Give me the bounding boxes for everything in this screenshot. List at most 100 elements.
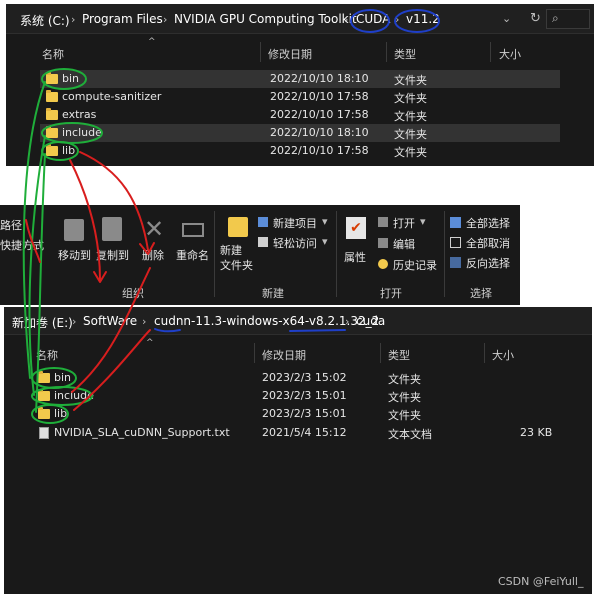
crumb-system-drive[interactable]: 系统 (C:) (20, 12, 70, 29)
delete-label: 删除 (142, 249, 164, 262)
column-date[interactable]: 修改日期 (268, 46, 312, 62)
copy-to-button[interactable]: 复制到 (94, 213, 130, 273)
history-button[interactable]: 历史记录 (378, 257, 440, 273)
top-address-bar[interactable]: 系统 (C:) › Program Files › NVIDIA GPU Com… (6, 4, 594, 34)
search-icon: ⌕ (552, 11, 559, 25)
column-divider (386, 42, 387, 62)
row-type: 文件夹 (394, 128, 427, 141)
easy-access-icon (258, 237, 268, 247)
crumb-cuda[interactable]: CUDA (356, 12, 390, 26)
new-item-icon (258, 217, 268, 227)
table-row[interactable]: bin 2022/10/10 18:10 文件夹 (40, 70, 560, 88)
new-item-label: 新建项目 (273, 217, 317, 230)
table-row[interactable]: NVIDIA_SLA_cuDNN_Support.txt 2021/5/4 15… (34, 424, 564, 442)
column-name[interactable]: 名称 (36, 347, 58, 363)
delete-button[interactable]: ✕ 删除 (140, 213, 170, 273)
open-label: 打开 (393, 217, 415, 230)
move-to-button[interactable]: 移动到 (56, 213, 92, 273)
row-type: 文件夹 (388, 409, 421, 422)
table-row[interactable]: lib 2023/2/3 15:01 文件夹 (34, 405, 564, 423)
table-row[interactable]: bin 2023/2/3 15:02 文件夹 (34, 369, 564, 387)
ribbon-fragment-shortcut[interactable]: 快捷方式 (0, 237, 44, 253)
history-label: 历史记录 (393, 259, 437, 272)
group-divider (214, 211, 215, 297)
history-icon (378, 259, 388, 269)
bottom-explorer-window: 新加卷 (E:) › SoftWare › cudnn-11.3-windows… (4, 307, 592, 594)
row-date: 2022/10/10 17:58 (270, 90, 369, 103)
properties-button[interactable]: ✔ 属性 (342, 213, 372, 273)
crumb-new-volume[interactable]: 新加卷 (E:) (12, 314, 73, 331)
folder-icon (38, 389, 50, 401)
chevron-right-icon: › (71, 13, 76, 26)
invert-selection-label: 反向选择 (466, 257, 510, 270)
column-divider (490, 42, 491, 62)
column-divider (260, 42, 261, 62)
ribbon-fragment-path[interactable]: 路径 (0, 217, 22, 233)
crumb-program-files[interactable]: Program Files (82, 12, 163, 26)
column-date[interactable]: 修改日期 (262, 347, 306, 363)
row-name: NVIDIA_SLA_cuDNN_Support.txt (54, 426, 230, 439)
column-size[interactable]: 大小 (492, 347, 514, 363)
folder-icon (38, 407, 50, 419)
move-folder-icon (64, 219, 84, 241)
row-date: 2023/2/3 15:01 (262, 407, 347, 420)
table-row[interactable]: include 2023/2/3 15:01 文件夹 (34, 387, 564, 405)
row-name: lib (54, 407, 68, 420)
folder-icon (46, 90, 58, 102)
row-name: lib (62, 144, 76, 157)
chevron-right-icon: › (142, 315, 147, 328)
table-row[interactable]: include 2022/10/10 18:10 文件夹 (40, 124, 560, 142)
edit-label: 编辑 (393, 238, 415, 251)
column-size[interactable]: 大小 (499, 46, 521, 62)
row-date: 2023/2/3 15:02 (262, 371, 347, 384)
rename-label: 重命名 (176, 249, 209, 262)
column-divider (254, 343, 255, 363)
invert-selection-button[interactable]: 反向选择 (450, 255, 518, 271)
column-type[interactable]: 类型 (388, 347, 410, 363)
select-none-button[interactable]: 全部取消 (450, 235, 518, 251)
new-item-button[interactable]: 新建项目 ▾ (258, 215, 338, 231)
crumb-software[interactable]: SoftWare (83, 314, 137, 328)
column-type[interactable]: 类型 (394, 46, 416, 62)
edit-button[interactable]: 编辑 (378, 236, 438, 252)
table-row[interactable]: extras 2022/10/10 17:58 文件夹 (40, 106, 560, 124)
select-none-icon (450, 237, 461, 248)
organize-group-label: 组织 (122, 287, 144, 300)
refresh-icon[interactable]: ↻ (530, 11, 541, 26)
bottom-address-bar[interactable]: 新加卷 (E:) › SoftWare › cudnn-11.3-windows… (4, 307, 592, 335)
delete-x-icon: ✕ (144, 215, 165, 243)
top-column-header: ^ 名称 修改日期 类型 大小 (6, 37, 594, 62)
select-group-label: 选择 (470, 287, 492, 300)
copy-folder-icon (102, 217, 122, 241)
table-row[interactable]: compute-sanitizer 2022/10/10 17:58 文件夹 (40, 88, 560, 106)
invert-selection-icon (450, 257, 461, 268)
row-type: 文件夹 (388, 373, 421, 386)
row-date: 2022/10/10 17:58 (270, 108, 369, 121)
open-button[interactable]: 打开 ▾ (378, 215, 438, 231)
rename-button[interactable]: 重命名 (174, 213, 214, 273)
easy-access-button[interactable]: 轻松访问 ▾ (258, 235, 338, 251)
new-folder-button[interactable]: 新建 文件夹 (220, 213, 256, 281)
table-row[interactable]: lib 2022/10/10 17:58 文件夹 (40, 142, 560, 160)
folder-icon (38, 371, 50, 383)
select-all-button[interactable]: 全部选择 (450, 215, 518, 231)
group-divider (444, 211, 445, 297)
column-name[interactable]: 名称 (42, 46, 64, 62)
chevron-down-icon[interactable]: ⌄ (502, 12, 511, 25)
new-folder-icon (228, 217, 248, 237)
crumb-nvidia-toolkit[interactable]: NVIDIA GPU Computing Toolkit (174, 12, 357, 26)
row-name: extras (62, 108, 97, 121)
crumb-cuda-folder[interactable]: cuda (356, 314, 385, 328)
row-size: 23 KB (520, 426, 553, 439)
crumb-v11-2[interactable]: v11.2 (406, 12, 440, 26)
top-explorer-window: 系统 (C:) › Program Files › NVIDIA GPU Com… (6, 4, 594, 166)
open-icon (378, 217, 388, 227)
text-file-icon (39, 427, 49, 439)
top-search-box[interactable]: ⌕ (546, 9, 590, 29)
new-folder-label: 新建 文件夹 (220, 244, 253, 272)
row-date: 2022/10/10 18:10 (270, 126, 369, 139)
select-all-label: 全部选择 (466, 217, 510, 230)
chevron-right-icon: › (345, 315, 350, 328)
rename-icon (182, 223, 204, 237)
row-date: 2023/2/3 15:01 (262, 389, 347, 402)
